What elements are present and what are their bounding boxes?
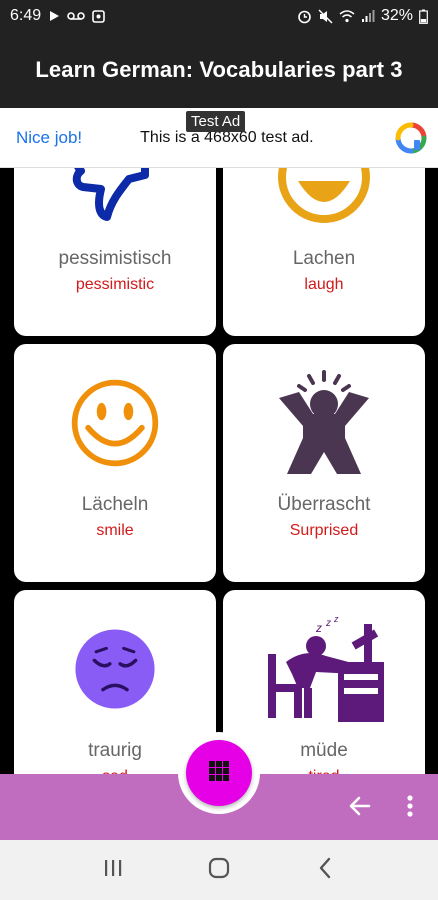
recents-icon [103,859,123,882]
grid-menu-fab[interactable] [186,740,252,806]
german-word: Lachen [292,248,356,269]
recents-button[interactable] [88,850,138,890]
svg-text:z: z [333,614,339,624]
test-ad-badge: Test Ad [186,111,246,132]
ad-logo-icon[interactable] [394,121,428,155]
battery-text: 32% [380,7,413,24]
back-button[interactable] [346,794,374,822]
sad-face-icon [14,610,216,728]
play-icon [48,10,60,22]
vocab-card-pessimistisch[interactable]: pessimistisch pessimistic [14,168,216,336]
vocab-card-muede[interactable]: z z z müde tired [223,590,425,774]
english-translation: smile [96,522,134,539]
svg-text:z: z [315,621,322,635]
alarm-icon [297,9,312,24]
svg-text:z: z [325,618,331,629]
app-title: Learn German: Vocabularies part 3 [35,57,403,82]
thumbs-down-icon [14,168,216,236]
more-vert-icon [407,794,413,822]
tired-person-icon: z z z [223,610,425,728]
vocab-card-laecheln[interactable]: Lächeln smile [14,344,216,582]
grid-icon [208,760,230,787]
english-translation: Surprised [289,522,359,539]
vocabulary-grid: pessimistisch pessimistic Lachen laugh L… [0,168,438,774]
german-word: pessimistisch [58,248,172,269]
vocab-card-ueberrascht[interactable]: Überrascht Surprised [223,344,425,582]
app-bar: Learn German: Vocabularies part 3 [0,32,438,108]
mute-icon [318,8,333,24]
square-app-icon [92,9,105,23]
system-back-button[interactable] [300,850,350,890]
smiling-face-icon [14,364,216,482]
ad-cta-link[interactable]: Nice job! [16,128,82,148]
status-bar: 6:49 32% [0,0,438,32]
signal-icon [361,9,375,23]
vocab-card-lachen[interactable]: Lachen laugh [223,168,425,336]
home-button[interactable] [194,850,244,890]
system-nav-bar [0,840,438,900]
english-translation: laugh [304,276,344,293]
back-icon [318,857,332,884]
voicemail-icon [67,11,85,21]
laughing-face-icon [223,168,425,236]
german-word: Überrascht [277,494,371,515]
more-options-button[interactable] [398,794,422,822]
battery-icon [419,9,428,24]
wifi-icon [339,9,355,23]
english-translation: pessimistic [75,276,155,293]
surprised-person-icon [223,364,425,482]
german-word: Lächeln [81,494,149,515]
status-time: 6:49 [10,7,42,24]
home-icon [208,857,230,884]
vocab-card-traurig[interactable]: traurig sad [14,590,216,774]
arrow-left-icon [348,794,372,823]
